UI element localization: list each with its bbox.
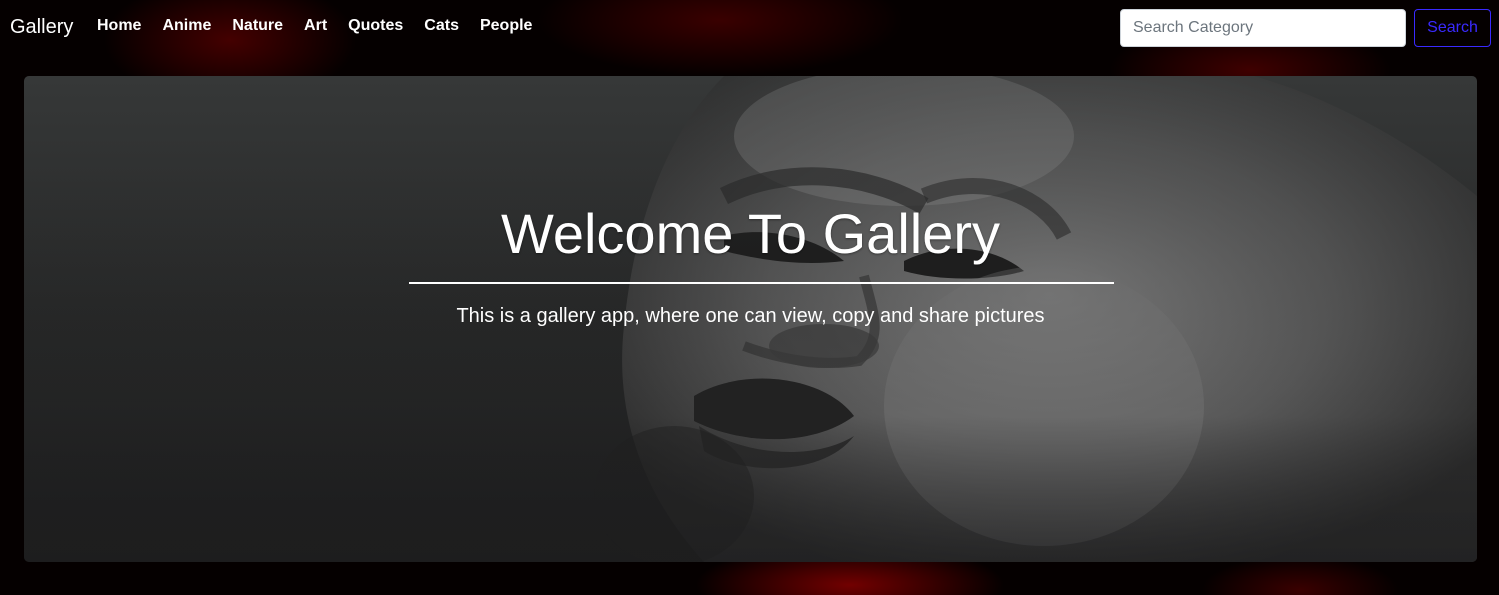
page: Gallery Home Anime Nature Art Quotes Cat… <box>0 0 1499 595</box>
nav-links: Home Anime Nature Art Quotes Cats People <box>97 17 553 35</box>
brand-link[interactable]: Gallery <box>10 16 73 39</box>
nav-link-nature[interactable]: Nature <box>232 17 283 35</box>
nav-link-art[interactable]: Art <box>304 17 327 35</box>
hero-jumbotron: Welcome To Gallery This is a gallery app… <box>24 76 1477 562</box>
hero-lead: This is a gallery app, where one can vie… <box>456 305 1045 327</box>
hero-title: Welcome To Gallery <box>501 202 1000 265</box>
nav-link-quotes[interactable]: Quotes <box>348 17 403 35</box>
nav-link-home[interactable]: Home <box>97 17 141 35</box>
nav-link-cats[interactable]: Cats <box>424 17 459 35</box>
nav-link-people[interactable]: People <box>480 17 532 35</box>
search-input[interactable] <box>1120 9 1406 47</box>
search-form: Search <box>1120 9 1491 47</box>
navbar: Gallery Home Anime Nature Art Quotes Cat… <box>0 0 1499 56</box>
hero-divider <box>409 282 1114 284</box>
nav-link-anime[interactable]: Anime <box>162 17 211 35</box>
search-button[interactable]: Search <box>1414 9 1491 47</box>
